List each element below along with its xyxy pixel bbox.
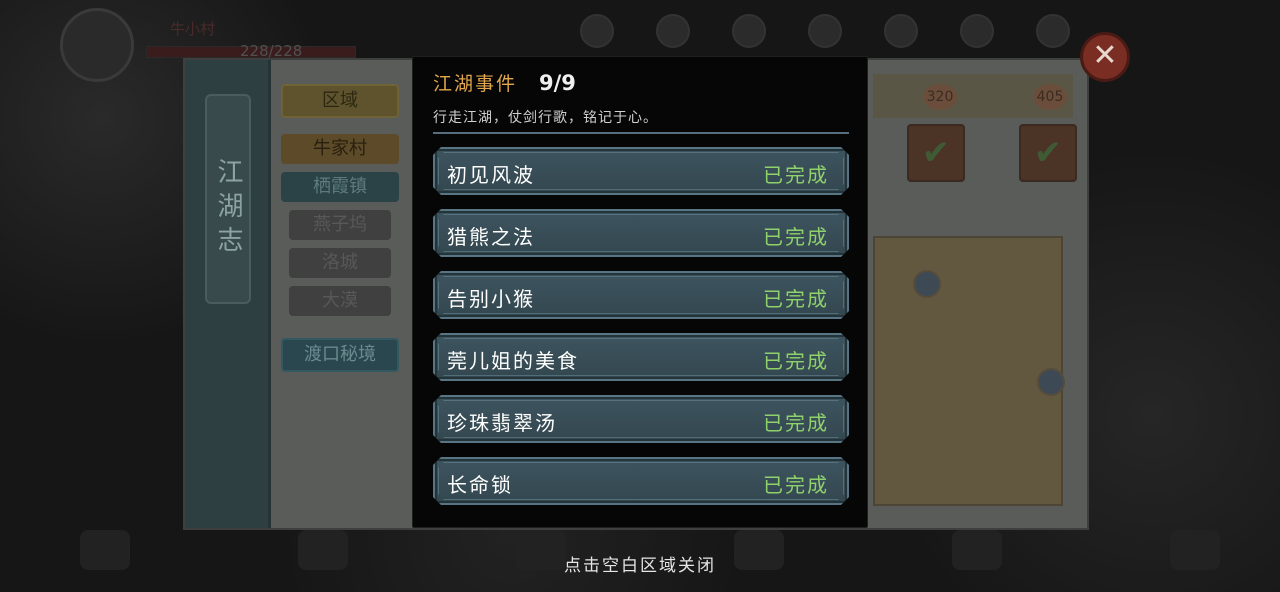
- book-spine: 江湖志: [185, 60, 271, 528]
- ferry-secret-button[interactable]: 渡口秘境: [281, 338, 399, 372]
- menu-icon: [1036, 14, 1070, 48]
- avatar: [60, 8, 134, 82]
- event-name: 猎熊之法: [447, 225, 535, 249]
- list-item[interactable]: 长命锁 已完成: [433, 457, 849, 505]
- player-name: 牛小村: [170, 20, 216, 38]
- region-header: 区域: [281, 84, 399, 118]
- event-status: 已完成: [763, 473, 829, 497]
- region-map: [873, 236, 1065, 506]
- region-tab-niujiacun[interactable]: 牛家村: [281, 134, 399, 164]
- list-item[interactable]: 初见风波 已完成: [433, 147, 849, 195]
- region-tab-damo[interactable]: 大漠: [289, 286, 391, 316]
- milestone-value: 405: [1033, 84, 1067, 110]
- list-item[interactable]: 珍珠翡翠汤 已完成: [433, 395, 849, 443]
- region-tab-qixiazhen[interactable]: 栖霞镇: [281, 172, 399, 202]
- event-status: 已完成: [763, 163, 829, 187]
- menu-icon: [580, 14, 614, 48]
- event-name: 初见风波: [447, 163, 535, 187]
- npc-marker: [913, 270, 941, 298]
- modal-header: 江湖事件 9/9: [433, 69, 576, 96]
- list-item[interactable]: 莞儿姐的美食 已完成: [433, 333, 849, 381]
- modal-subtitle: 行走江湖，仗剑行歌，铭记于心。: [433, 110, 658, 126]
- event-list: 初见风波 已完成 猎熊之法 已完成 告别小猴 已完成 莞儿姐的美食 已完成 珍珠…: [433, 147, 849, 519]
- list-item[interactable]: 猎熊之法 已完成: [433, 209, 849, 257]
- book-right-section: 320 405 ✔ ✔: [873, 66, 1085, 526]
- event-name: 告别小猴: [447, 287, 535, 311]
- reward-chest-claimed[interactable]: ✔: [1019, 124, 1077, 182]
- modal-title: 江湖事件: [433, 73, 518, 95]
- event-count: 9/9: [539, 71, 576, 95]
- reward-chest-claimed[interactable]: ✔: [907, 124, 965, 182]
- milestone-bar: 320 405: [873, 74, 1073, 118]
- close-x-icon: ✕: [1092, 38, 1118, 73]
- divider: [433, 132, 849, 134]
- event-name: 莞儿姐的美食: [447, 349, 579, 373]
- region-tabs: 区域 牛家村 栖霞镇 燕子坞 洛城 大漠 渡口秘境: [275, 84, 405, 380]
- milestone-value: 320: [923, 84, 957, 110]
- region-tab-yanziwu[interactable]: 燕子坞: [289, 210, 391, 240]
- list-item[interactable]: 告别小猴 已完成: [433, 271, 849, 319]
- menu-icon: [656, 14, 690, 48]
- event-status: 已完成: [763, 411, 829, 435]
- event-status: 已完成: [763, 349, 829, 373]
- tap-to-close-hint: 点击空白区域关闭: [564, 556, 716, 576]
- jianghu-events-modal: 江湖事件 9/9 行走江湖，仗剑行歌，铭记于心。 初见风波 已完成 猎熊之法 已…: [412, 56, 868, 528]
- region-tab-luocheng[interactable]: 洛城: [289, 248, 391, 278]
- event-name: 珍珠翡翠汤: [447, 411, 557, 435]
- menu-icon: [808, 14, 842, 48]
- event-status: 已完成: [763, 287, 829, 311]
- event-name: 长命锁: [447, 473, 513, 497]
- menu-icon: [960, 14, 994, 48]
- close-button[interactable]: ✕: [1080, 32, 1130, 82]
- menu-icon: [884, 14, 918, 48]
- npc-marker: [1037, 368, 1065, 396]
- event-status: 已完成: [763, 225, 829, 249]
- book-title: 江湖志: [205, 94, 251, 304]
- menu-icon: [732, 14, 766, 48]
